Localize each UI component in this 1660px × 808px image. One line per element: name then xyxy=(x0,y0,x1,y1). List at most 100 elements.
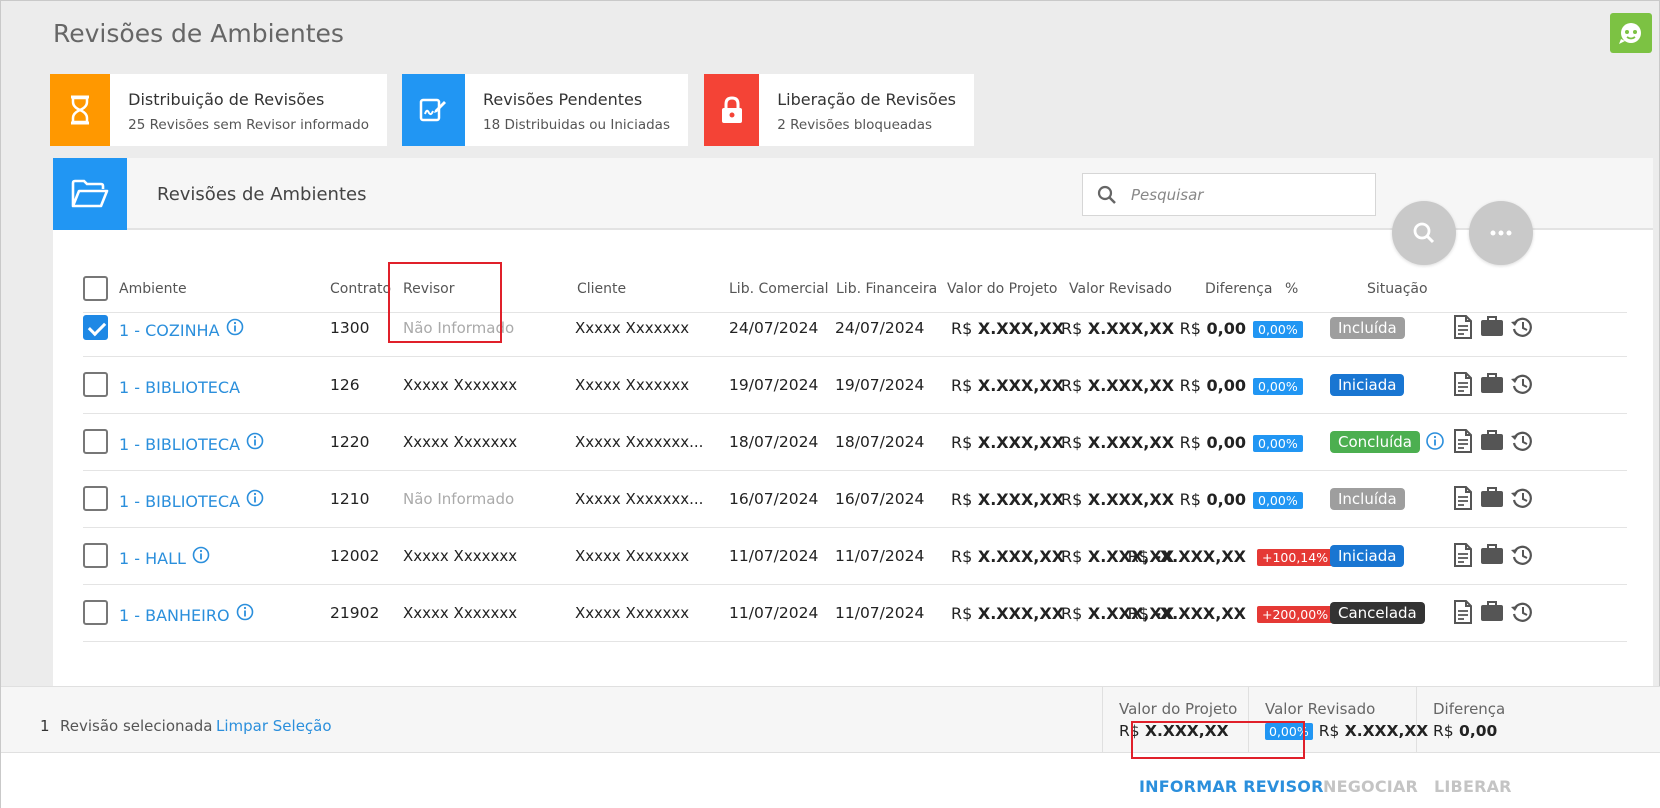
history-icon[interactable] xyxy=(1510,600,1534,628)
document-icon[interactable] xyxy=(1453,543,1473,571)
ambiente-link[interactable]: 1 - COZINHA xyxy=(119,318,244,340)
info-icon[interactable] xyxy=(246,432,264,454)
info-icon[interactable] xyxy=(192,546,210,568)
status-badge: Iniciada xyxy=(1330,545,1405,567)
col-valor-projeto[interactable]: Valor do Projeto xyxy=(947,281,1057,297)
col-lib-financeira[interactable]: Lib. Financeira xyxy=(836,281,937,297)
col-situacao[interactable]: Situação xyxy=(1367,281,1428,297)
ambiente-link[interactable]: 1 - HALL xyxy=(119,546,210,568)
ambiente-link[interactable]: 1 - BIBLIOTECA xyxy=(119,432,264,454)
history-icon[interactable] xyxy=(1510,372,1534,400)
row-checkbox[interactable] xyxy=(83,315,108,340)
search-input[interactable] xyxy=(1131,185,1351,204)
ambiente-link[interactable]: 1 - BIBLIOTECA xyxy=(119,489,264,511)
col-contrato[interactable]: Contrato xyxy=(330,281,391,297)
row-checkbox[interactable] xyxy=(83,486,108,511)
revisor-cell: Xxxxx Xxxxxxx xyxy=(403,604,518,622)
cliente-cell: Xxxxx Xxxxxxx xyxy=(575,319,690,337)
info-icon[interactable] xyxy=(246,489,264,511)
informar-revisor-button[interactable]: INFORMAR REVISOR xyxy=(1139,777,1324,796)
row-checkbox[interactable] xyxy=(83,543,108,568)
info-icon[interactable] xyxy=(1425,431,1445,455)
contrato-cell: 21902 xyxy=(330,604,380,622)
history-icon[interactable] xyxy=(1510,315,1534,343)
table-row[interactable]: 1 - BIBLIOTECA 1210 Não Informado Xxxxx Xxx… xyxy=(83,468,1627,528)
document-icon[interactable] xyxy=(1453,315,1473,343)
pct-badge: +100,14% xyxy=(1257,549,1334,566)
chat-bot-icon xyxy=(1619,23,1641,44)
card-title: Revisões Pendentes xyxy=(482,90,643,109)
document-icon[interactable] xyxy=(1453,486,1473,514)
card-distribuicao[interactable]: Distribuição de Revisões 25 Revisões sem… xyxy=(50,74,387,146)
col-ambiente[interactable]: Ambiente xyxy=(119,281,187,297)
lib-financeira-cell: 11/07/2024 xyxy=(835,604,925,622)
liberar-button[interactable]: LIBERAR xyxy=(1434,777,1512,796)
col-pct[interactable]: % xyxy=(1285,281,1298,297)
contrato-cell: 1210 xyxy=(330,490,370,508)
table-row[interactable]: 1 - HALL 12002 Xxxxx Xxxxxxx Xxxxx Xxxxxxx 1… xyxy=(83,525,1627,585)
valor-projeto-cell: R$ X.XXX,XX xyxy=(951,376,1065,395)
ambiente-link[interactable]: 1 - BANHEIRO xyxy=(119,603,254,625)
document-icon[interactable] xyxy=(1453,600,1473,628)
info-icon[interactable] xyxy=(226,318,244,340)
col-cliente[interactable]: Cliente xyxy=(577,281,626,297)
document-icon[interactable] xyxy=(1453,429,1473,457)
briefcase-icon[interactable] xyxy=(1480,372,1504,398)
total-diferenca: Diferença R$ 0,00 xyxy=(1416,687,1536,753)
history-icon[interactable] xyxy=(1510,543,1534,571)
negociar-button[interactable]: NEGOCIAR xyxy=(1323,777,1418,796)
lib-comercial-cell: 18/07/2024 xyxy=(729,433,819,451)
history-icon[interactable] xyxy=(1510,486,1534,514)
card-subtitle: 2 Revisões bloqueadas xyxy=(777,117,933,133)
table-row[interactable]: 1 - BANHEIRO 21902 Xxxxx Xxxxxxx Xxxxx Xxxx… xyxy=(83,582,1627,642)
valor-revisado-cell: R$ X.XXX,XX xyxy=(1061,490,1175,509)
lib-comercial-cell: 16/07/2024 xyxy=(729,490,819,508)
card-distribuicao-icon-box xyxy=(50,74,111,146)
revisor-cell: Xxxxx Xxxxxxx xyxy=(403,433,518,451)
briefcase-icon[interactable] xyxy=(1480,600,1504,626)
lib-financeira-cell: 18/07/2024 xyxy=(835,433,925,451)
briefcase-icon[interactable] xyxy=(1480,543,1504,569)
col-lib-comercial[interactable]: Lib. Comercial xyxy=(729,281,829,297)
diferenca-cell: R$ 0,00 xyxy=(1179,433,1246,452)
card-pendentes[interactable]: Revisões Pendentes 18 Distribuidas ou In… xyxy=(402,74,688,146)
briefcase-icon[interactable] xyxy=(1480,486,1504,512)
row-checkbox[interactable] xyxy=(83,372,108,397)
search-box[interactable] xyxy=(1082,173,1376,216)
contrato-cell: 1300 xyxy=(330,319,370,337)
lib-financeira-cell: 16/07/2024 xyxy=(835,490,925,508)
valor-revisado-cell: R$ X.XXX,XX xyxy=(1061,376,1175,395)
col-valor-revisado[interactable]: Valor Revisado xyxy=(1069,281,1172,297)
diferenca-cell: R$ 0,00 xyxy=(1179,376,1246,395)
chat-button[interactable] xyxy=(1610,13,1652,53)
lib-comercial-cell: 11/07/2024 xyxy=(729,604,819,622)
more-options-button[interactable] xyxy=(1469,201,1533,265)
table-row[interactable]: 1 - COZINHA 1300 Não Informado Xxxxx Xxxxxx… xyxy=(83,297,1627,357)
cliente-cell: Xxxxx Xxxxxxx xyxy=(575,604,690,622)
info-icon[interactable] xyxy=(236,603,254,625)
col-diferenca[interactable]: Diferença xyxy=(1205,281,1272,297)
briefcase-icon[interactable] xyxy=(1480,315,1504,341)
card-title: Liberação de Revisões xyxy=(777,90,956,109)
total-label: Valor do Projeto xyxy=(1119,700,1238,718)
briefcase-icon[interactable] xyxy=(1480,429,1504,455)
contrato-cell: 12002 xyxy=(330,547,380,565)
history-icon[interactable] xyxy=(1510,429,1534,457)
card-liberacao-icon-box xyxy=(704,74,760,146)
row-checkbox[interactable] xyxy=(83,429,108,454)
more-horizontal-icon xyxy=(1490,230,1512,236)
selected-count: 1 xyxy=(40,717,50,735)
status-badge: Incluída xyxy=(1330,317,1405,339)
document-icon[interactable] xyxy=(1453,372,1473,400)
contrato-cell: 1220 xyxy=(330,433,370,451)
row-checkbox[interactable] xyxy=(83,600,108,625)
lib-financeira-cell: 24/07/2024 xyxy=(835,319,925,337)
table-row[interactable]: 1 - BIBLIOTECA 1220 Xxxxx Xxxxxxx Xxxxx Xxx… xyxy=(83,411,1627,471)
card-liberacao[interactable]: Liberação de Revisões 2 Revisões bloquea… xyxy=(704,74,974,146)
lib-comercial-cell: 11/07/2024 xyxy=(729,547,819,565)
search-fab-button[interactable] xyxy=(1392,201,1456,265)
clear-selection-link[interactable]: Limpar Seleção xyxy=(216,717,332,735)
table-row[interactable]: 1 - BIBLIOTECA 126 Xxxxx Xxxxxxx Xxxxx Xxxx… xyxy=(83,354,1627,414)
ambiente-link[interactable]: 1 - BIBLIOTECA xyxy=(119,378,240,397)
highlight-informar xyxy=(1131,721,1305,759)
